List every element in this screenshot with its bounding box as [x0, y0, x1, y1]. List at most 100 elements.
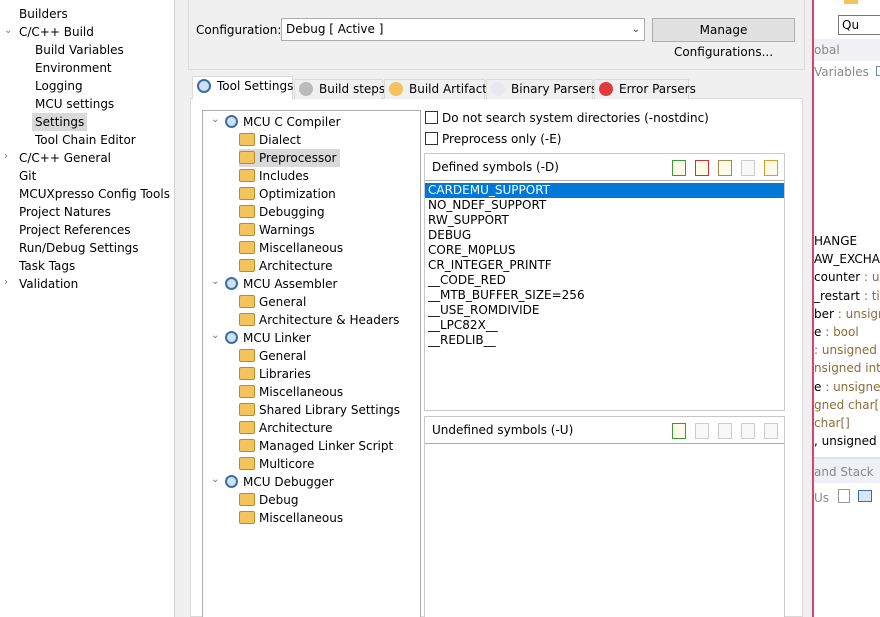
preprocess-only-checkbox[interactable]: Preprocess only (-E) — [425, 132, 561, 148]
symbol-item[interactable]: DEBUG — [425, 228, 784, 243]
tree-item[interactable]: MCU Assembler — [225, 275, 337, 293]
tree-item[interactable]: Miscellaneous — [239, 509, 343, 527]
add-icon[interactable] — [672, 423, 686, 439]
symbol-item[interactable]: __REDLIB__ — [425, 333, 784, 348]
sidebar-item[interactable]: C/C++ General — [16, 149, 114, 167]
chevron-right-icon[interactable]: › — [4, 277, 8, 288]
edit-icon[interactable] — [718, 160, 732, 176]
tab-build-steps[interactable]: Build steps — [294, 79, 385, 99]
variable-item[interactable]: : unsigned int — [814, 341, 880, 359]
stack-usage-tab[interactable]: and Stack Us — [814, 457, 880, 505]
variable-item[interactable]: _restart : time — [814, 287, 880, 305]
chevron-down-icon[interactable]: ⌄ — [211, 330, 219, 341]
sidebar-item[interactable]: Project References — [16, 221, 134, 239]
chevron-down-icon[interactable]: ⌄ — [4, 25, 12, 36]
tree-item[interactable]: Managed Linker Script — [239, 437, 393, 455]
symbol-item[interactable]: __MTB_BUFFER_SIZE=256 — [425, 288, 784, 303]
tree-item[interactable]: Miscellaneous — [239, 239, 343, 257]
tree-item[interactable]: MCU C Compiler — [225, 113, 341, 131]
move-down-icon[interactable] — [764, 423, 778, 439]
pin-icon[interactable] — [858, 490, 872, 502]
tree-item[interactable]: Debug — [239, 491, 298, 509]
variable-item[interactable]: e : unsigned i — [814, 378, 880, 396]
configuration-select[interactable]: Debug [ Active ] ⌄ — [281, 18, 645, 41]
sidebar-item[interactable]: Validation — [16, 275, 81, 293]
tree-item[interactable]: General — [239, 293, 306, 311]
defined-symbols-list[interactable]: CARDEMU_SUPPORT NO_NDEF_SUPPORT RW_SUPPORT… — [425, 181, 784, 348]
variable-item[interactable]: gned char[] — [814, 396, 880, 414]
quick-search-input[interactable]: Qu — [838, 15, 880, 35]
chevron-down-icon[interactable]: ⌄ — [211, 474, 219, 485]
symbol-item[interactable]: NO_NDEF_SUPPORT — [425, 198, 784, 213]
sidebar-item[interactable]: Logging — [32, 77, 86, 95]
variable-item[interactable]: counter : unsig — [814, 268, 880, 286]
nostdinc-checkbox[interactable]: Do not search system directories (-nostd… — [425, 111, 709, 127]
tree-item[interactable]: Dialect — [239, 131, 301, 149]
tree-item[interactable]: Shared Library Settings — [239, 401, 400, 419]
symbol-item[interactable]: CORE_M0PLUS — [425, 243, 784, 258]
tree-item[interactable]: Warnings — [239, 221, 315, 239]
sidebar-item[interactable]: Settings — [32, 113, 88, 131]
tree-item[interactable]: General — [239, 347, 306, 365]
symbol-item[interactable]: CR_INTEGER_PRINTF — [425, 258, 784, 273]
move-up-icon[interactable] — [741, 423, 755, 439]
tree-item[interactable]: MCU Debugger — [225, 473, 334, 491]
tree-item-label: Includes — [259, 169, 309, 183]
tree-item[interactable]: Libraries — [239, 365, 311, 383]
manage-configurations-button[interactable]: Manage Configurations... — [652, 18, 795, 59]
move-down-icon[interactable] — [764, 160, 778, 176]
sidebar-item[interactable]: C/C++ Build — [16, 23, 97, 41]
sidebar-item[interactable]: Project Natures — [16, 203, 114, 221]
tree-item[interactable]: Architecture & Headers — [239, 311, 399, 329]
tree-item[interactable]: Miscellaneous — [239, 383, 343, 401]
tree-item[interactable]: Architecture — [239, 419, 332, 437]
tree-item[interactable]: Includes — [239, 167, 309, 185]
chevron-right-icon[interactable]: › — [4, 151, 8, 162]
symbol-item[interactable]: __USE_ROMDIVIDE — [425, 303, 784, 318]
sidebar-item[interactable]: Builders — [16, 5, 71, 23]
symbol-item[interactable]: __CODE_RED — [425, 273, 784, 288]
tree-item[interactable]: Debugging — [239, 203, 325, 221]
sidebar-item[interactable]: Git — [16, 167, 39, 185]
sidebar-item[interactable]: MCU settings — [32, 95, 117, 113]
symbol-item[interactable]: RW_SUPPORT — [425, 213, 784, 228]
global-variables-tab[interactable]: obal Variables — [814, 39, 880, 79]
tree-item[interactable]: MCU Linker — [225, 329, 311, 347]
tree-item[interactable]: Optimization — [239, 185, 336, 203]
add-icon[interactable] — [672, 160, 686, 176]
edit-icon[interactable] — [718, 423, 732, 439]
new-icon[interactable] — [838, 489, 850, 503]
chevron-down-icon[interactable]: ⌄ — [211, 114, 219, 125]
delete-icon[interactable] — [695, 423, 709, 439]
tool-folder-icon — [239, 205, 255, 218]
variable-item[interactable]: HANGE — [814, 232, 857, 250]
variable-item[interactable]: e : bool — [814, 323, 859, 341]
delete-icon[interactable] — [695, 160, 709, 176]
tree-item[interactable]: Multicore — [239, 455, 314, 473]
chevron-down-icon[interactable]: ⌄ — [211, 276, 219, 287]
checkbox-box — [425, 111, 438, 124]
variable-item[interactable]: AW_EXCHANG — [814, 250, 880, 268]
undefined-symbols-list[interactable] — [425, 444, 784, 614]
variable-item[interactable]: ber : unsigned — [814, 305, 880, 323]
symbol-item[interactable]: __LPC82X__ — [425, 318, 784, 333]
symbol-item[interactable]: CARDEMU_SUPPORT — [425, 183, 784, 198]
tab-error-parsers[interactable]: Error Parsers — [594, 79, 696, 99]
sidebar-item[interactable]: Task Tags — [16, 257, 78, 275]
variable-item[interactable]: nsigned int — [814, 359, 880, 377]
sidebar-item[interactable]: MCUXpresso Config Tools — [16, 185, 173, 203]
variable-item[interactable]: char[] — [814, 414, 850, 432]
tree-item[interactable]: Architecture — [239, 257, 332, 275]
move-up-icon[interactable] — [741, 160, 755, 176]
tab-binary-parsers[interactable]: Binary Parsers — [486, 79, 597, 99]
sidebar-item[interactable]: Run/Debug Settings — [16, 239, 142, 257]
tab-build-artifact[interactable]: Build Artifact — [384, 79, 487, 99]
variable-item[interactable]: , unsigned ch — [814, 432, 880, 450]
sidebar-item[interactable]: Tool Chain Editor — [32, 131, 139, 149]
sidebar-item[interactable]: Build Variables — [32, 41, 127, 59]
tree-item[interactable]: Preprocessor — [239, 149, 341, 167]
gear-icon — [225, 115, 238, 128]
collapse-icon[interactable] — [876, 66, 880, 76]
tab-tool-settings[interactable]: Tool Settings — [192, 76, 293, 99]
sidebar-item[interactable]: Environment — [32, 59, 115, 77]
